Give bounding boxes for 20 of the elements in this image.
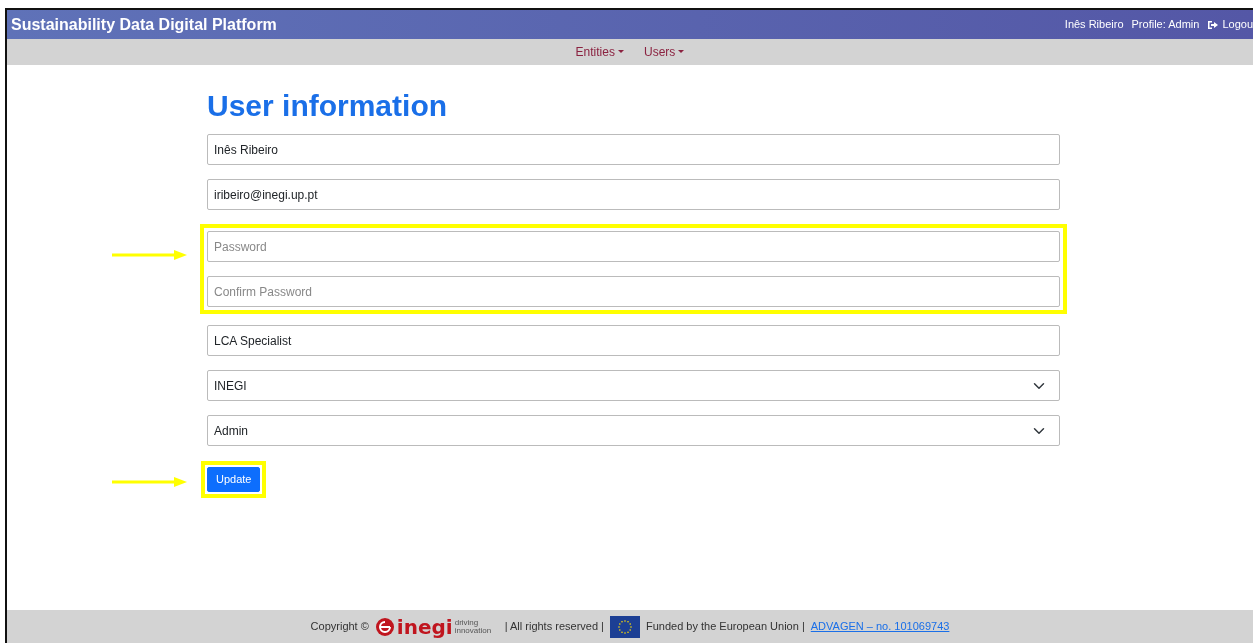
copyright-text: Copyright © bbox=[310, 619, 369, 635]
funding-text: Funded by the European Union | bbox=[645, 619, 805, 635]
eu-flag-icon bbox=[609, 615, 640, 638]
menu-item[interactable]: Entities bbox=[575, 43, 624, 61]
input-field[interactable]: iribeiro@inegi.up.pt bbox=[207, 179, 1060, 210]
input-field[interactable]: LCA Specialist bbox=[207, 325, 1060, 356]
dropdown[interactable]: INEGI bbox=[207, 370, 1060, 401]
profile-label: Profile: Admin bbox=[1131, 17, 1200, 33]
logout-icon bbox=[1207, 19, 1219, 30]
menu-item[interactable]: Users bbox=[644, 43, 685, 61]
user-name: Inês Ribeiro bbox=[1064, 17, 1124, 33]
app-title: Sustainability Data Digital Platform bbox=[11, 14, 277, 35]
input-field[interactable]: Inês Ribeiro bbox=[207, 134, 1060, 165]
page-title: User information bbox=[207, 89, 449, 122]
rights-text: | All rights reserved | bbox=[504, 619, 604, 635]
password-field[interactable]: Confirm Password bbox=[207, 276, 1060, 307]
update-button[interactable]: Update bbox=[207, 467, 261, 492]
password-field[interactable]: Password bbox=[207, 231, 1060, 262]
dropdown[interactable]: Admin bbox=[207, 415, 1060, 446]
logout-link[interactable]: Logou bbox=[1207, 16, 1253, 33]
